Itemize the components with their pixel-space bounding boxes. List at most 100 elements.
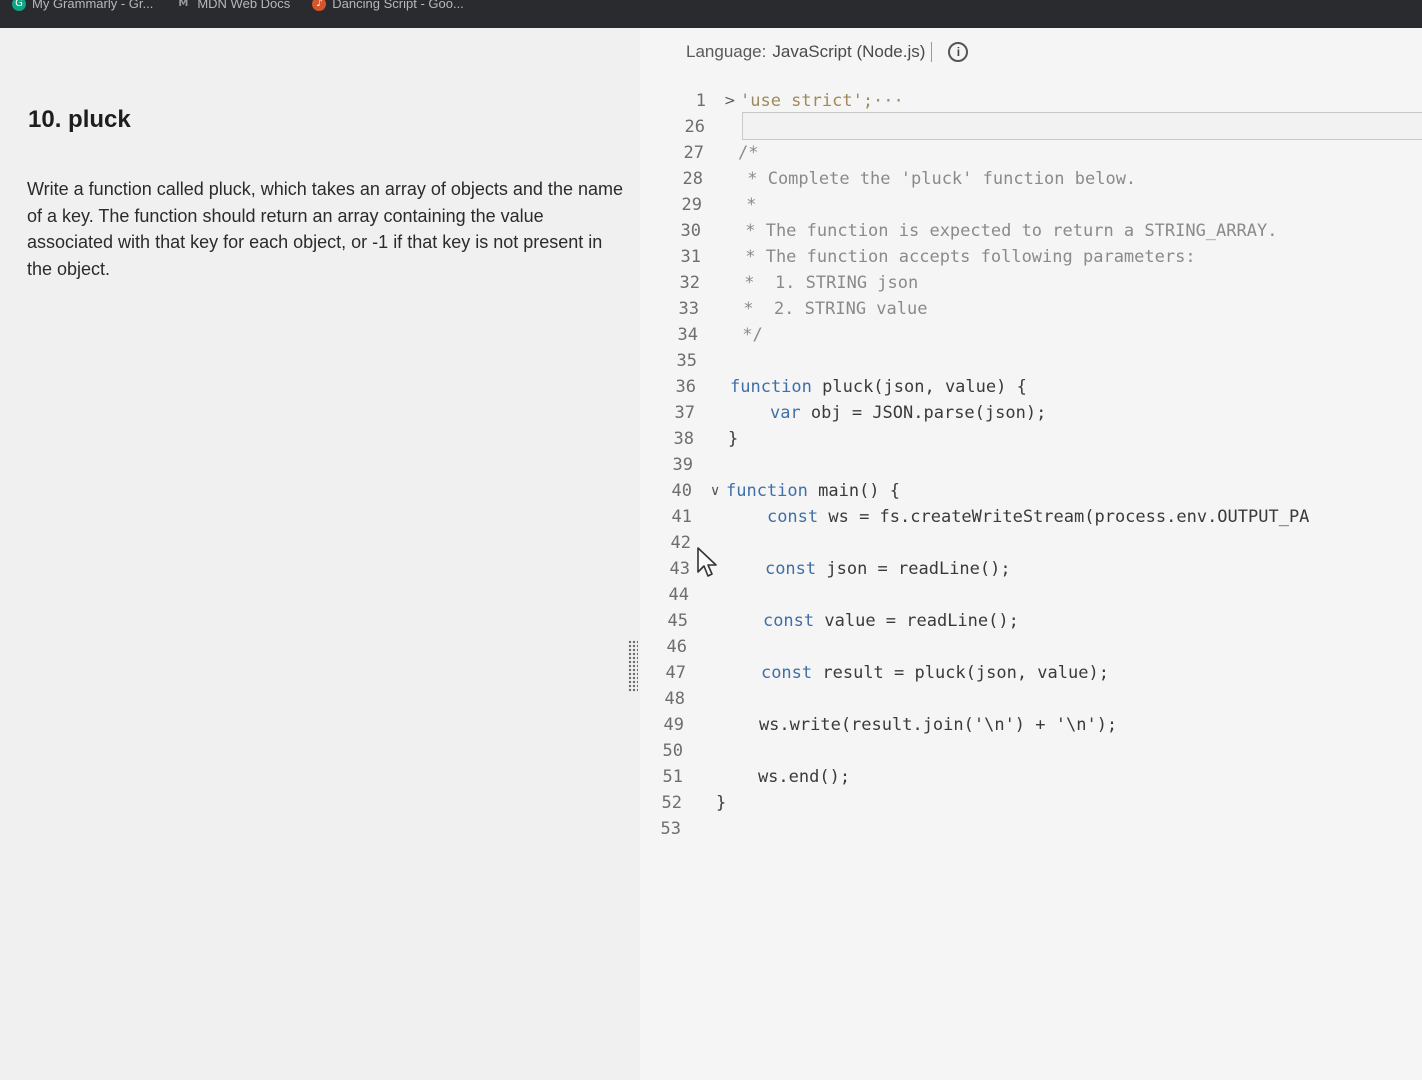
code-line[interactable]: 32 * 1. STRING json — [640, 270, 1422, 296]
code-line[interactable]: 48 — [640, 686, 1422, 712]
line-number: 27 — [683, 143, 704, 163]
line-number: 44 — [668, 585, 689, 605]
code-line[interactable]: 29 * — [640, 192, 1422, 218]
bookmark-label: My Grammarly - Gr... — [32, 0, 154, 11]
bookmark-dancing-script[interactable]: ♪ Dancing Script - Goo... — [312, 0, 464, 11]
line-number: 26 — [684, 117, 705, 137]
code-text: const result = pluck(json, value); — [760, 663, 1109, 683]
line-number: 41 — [671, 507, 692, 527]
code-line[interactable]: 36 function pluck(json, value) { — [640, 374, 1422, 400]
line-number: 43 — [669, 559, 690, 579]
line-number: 51 — [662, 767, 683, 787]
code-text: * Complete the 'pluck' function below. — [737, 169, 1137, 189]
code-text: function main() { — [726, 481, 901, 501]
line-number: 52 — [661, 793, 682, 813]
mdn-icon: M — [178, 0, 189, 9]
code-line[interactable]: 51 ws.end(); — [640, 764, 1422, 790]
line-number: 48 — [664, 689, 685, 709]
code-text: 'use strict';··· — [740, 91, 904, 111]
code-line[interactable]: 40 ∨ function main() { — [640, 478, 1422, 504]
line-number: 29 — [681, 195, 702, 215]
code-text: * 2. STRING value — [733, 299, 928, 319]
code-line[interactable]: 46 — [640, 634, 1422, 660]
line-number: 40 — [671, 481, 692, 501]
bookmark-mdn[interactable]: M MDN Web Docs — [175, 0, 290, 11]
code-line[interactable]: 50 — [640, 738, 1422, 764]
code-line[interactable]: 1 >'use strict';··· — [640, 88, 1422, 114]
language-label: Language: — [686, 42, 767, 61]
problem-pane: 10. pluck Write a function called pluck,… — [0, 28, 640, 1080]
code-text: ws.write(result.join('\n') + '\n'); — [718, 715, 1118, 735]
code-line[interactable]: 52} — [640, 790, 1422, 816]
line-number: 28 — [682, 169, 703, 189]
line-number: 35 — [676, 351, 697, 371]
code-line[interactable]: 53 — [640, 816, 1422, 842]
code-line[interactable]: 35 — [640, 348, 1422, 374]
line-number: 37 — [674, 403, 695, 423]
bookmarks-bar: G My Grammarly - Gr... M MDN Web Docs ♪ … — [0, 0, 1422, 28]
line-number: 47 — [665, 663, 686, 683]
code-line[interactable]: 47 const result = pluck(json, value); — [640, 660, 1422, 686]
info-icon[interactable]: i — [948, 42, 969, 62]
code-line[interactable]: 26 — [640, 114, 1422, 140]
code-text: * The function is expected to return a S… — [735, 221, 1278, 241]
bookmark-label: Dancing Script - Goo... — [332, 0, 464, 11]
fold-toggle-icon[interactable]: > — [724, 88, 738, 114]
pane-resize-handle[interactable] — [628, 640, 638, 692]
line-number: 38 — [673, 429, 694, 449]
language-selector[interactable]: Language: JavaScript (Node.js) i — [686, 38, 969, 66]
code-text: } — [716, 793, 727, 813]
code-text: * 1. STRING json — [734, 273, 919, 293]
line-number: 36 — [675, 377, 696, 397]
code-line[interactable]: 45 const value = readLine(); — [640, 608, 1422, 634]
line-number: 45 — [667, 611, 688, 631]
code-line[interactable]: 42 — [640, 530, 1422, 556]
code-text: /* — [738, 143, 759, 163]
code-text: */ — [732, 325, 763, 345]
code-line[interactable]: 30 * The function is expected to return … — [640, 218, 1422, 244]
code-line[interactable]: 44 — [640, 582, 1422, 608]
code-text: ws.end(); — [717, 767, 851, 787]
problem-description: Write a function called pluck, which tak… — [27, 179, 623, 279]
code-line[interactable]: 28 * Complete the 'pluck' function below… — [640, 166, 1422, 192]
code-line[interactable]: 33 * 2. STRING value — [640, 296, 1422, 322]
line-number: 30 — [680, 221, 701, 241]
line-number: 34 — [677, 325, 698, 345]
code-line[interactable]: 49 ws.write(result.join('\n') + '\n'); — [640, 712, 1422, 738]
language-dropdown[interactable]: JavaScript (Node.js) — [772, 42, 933, 62]
code-line[interactable]: 41 const ws = fs.createWriteStream(proce… — [640, 504, 1422, 530]
line-number: 50 — [662, 741, 683, 761]
code-line[interactable]: 38} — [640, 426, 1422, 452]
line-number: 53 — [660, 819, 681, 839]
code-line[interactable]: 39 — [640, 452, 1422, 478]
bookmark-grammarly[interactable]: G My Grammarly - Gr... — [0, 0, 153, 11]
line-number: 32 — [679, 273, 700, 293]
fold-toggle-icon[interactable]: ∨ — [710, 478, 724, 504]
code-text: var obj = JSON.parse(json); — [769, 403, 1047, 423]
line-number: 46 — [666, 637, 687, 657]
code-editor-pane: Language: JavaScript (Node.js) i 1 >'use … — [640, 28, 1422, 1080]
grammarly-icon: G — [12, 0, 26, 11]
code-text: function pluck(json, value) { — [730, 377, 1027, 397]
line-number: 42 — [670, 533, 691, 553]
bookmark-label: MDN Web Docs — [197, 0, 291, 11]
code-text: const ws = fs.createWriteStream(process.… — [766, 507, 1310, 527]
line-number: 1 — [695, 91, 706, 111]
code-text: * The function accepts following paramet… — [735, 247, 1196, 267]
code-line[interactable]: 31 * The function accepts following para… — [640, 244, 1422, 270]
code-line[interactable]: 37 var obj = JSON.parse(json); — [640, 400, 1422, 426]
code-text: const json = readLine(); — [764, 559, 1011, 579]
dance-icon: ♪ — [312, 0, 327, 11]
code-text: } — [728, 429, 739, 449]
line-number: 33 — [678, 299, 699, 319]
code-text: const value = readLine(); — [762, 611, 1019, 631]
line-number: 49 — [663, 715, 684, 735]
line-number: 39 — [672, 455, 693, 475]
problem-title: 10. pluck — [28, 106, 131, 133]
line-number: 31 — [680, 247, 701, 267]
code-text: * — [736, 195, 757, 215]
mouse-pointer-icon — [697, 547, 717, 577]
code-line[interactable]: 27 /* — [640, 140, 1422, 166]
code-line[interactable]: 34 */ — [640, 322, 1422, 348]
code-line[interactable]: 43 const json = readLine(); — [640, 556, 1422, 582]
